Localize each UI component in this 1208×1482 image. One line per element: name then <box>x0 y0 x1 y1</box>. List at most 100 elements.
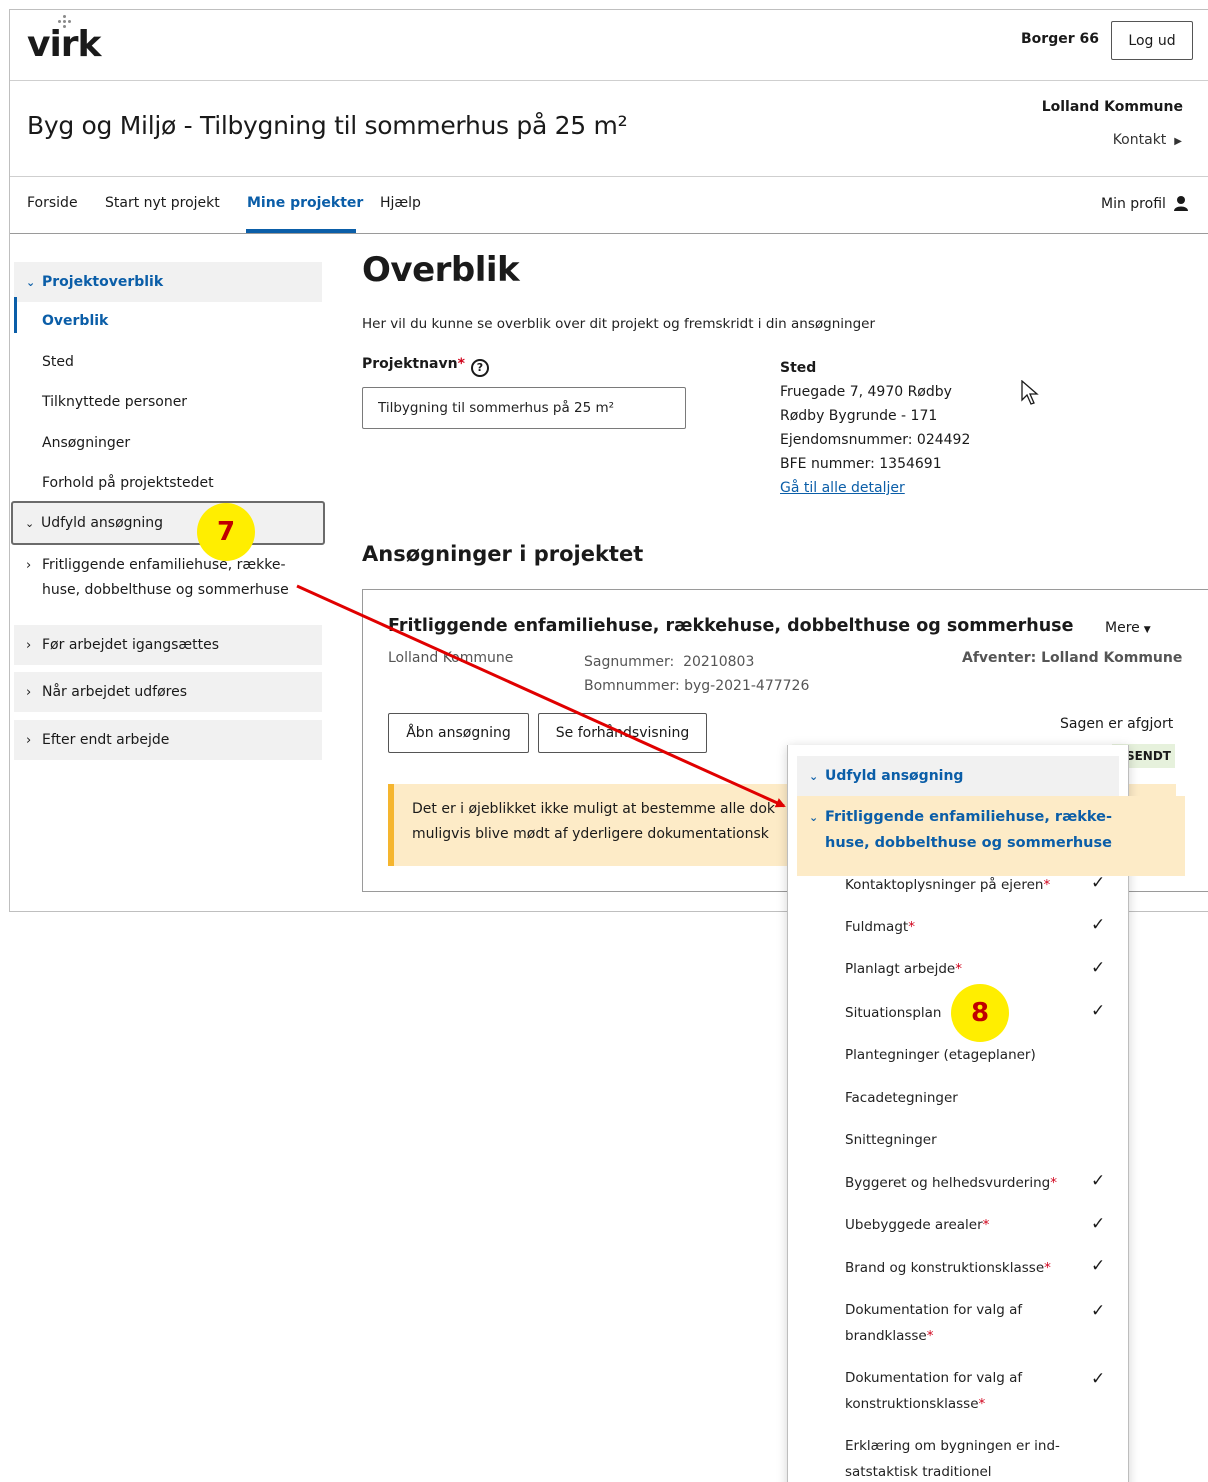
chevron-down-icon: ⌄ <box>809 770 819 783</box>
chevron-right-icon: › <box>26 558 32 573</box>
location-label: Sted <box>780 360 817 376</box>
dropdown-item[interactable]: Kontaktoplysninger på ejeren* <box>845 872 1050 898</box>
sidebar-group-label: Når arbejdet udføres <box>42 684 188 700</box>
application-nav-dropdown: ⌄ Udfyld ansøgning ⌄ Fritliggende enfamil… <box>787 745 1185 1482</box>
dropdown-item[interactable]: Fuldmagt* <box>845 914 915 940</box>
required-mark: * <box>1043 877 1051 893</box>
application-numbers: Sagnummer: 20210803 Bomnummer: byg-2021-… <box>584 650 809 698</box>
logout-button[interactable]: Log ud <box>1111 21 1193 60</box>
dropdown-sub-label-2: huse, dobbelthuse og sommerhuse <box>825 835 1112 851</box>
case-status: Sagen er afgjort <box>1060 716 1174 732</box>
project-name-label: Projektnavn*? <box>362 356 489 377</box>
required-mark: * <box>926 1328 934 1344</box>
open-application-button[interactable]: Åbn ansøgning <box>388 713 529 753</box>
location-block: Sted Fruegade 7, 4970 Rødby Rødby Bygrun… <box>780 356 970 500</box>
dropdown-item[interactable]: Planlagt arbejde* <box>845 956 962 982</box>
sidebar-active-indicator <box>14 297 17 333</box>
required-mark: * <box>908 919 915 935</box>
chevron-down-icon: ⌄ <box>25 517 35 530</box>
dropdown-item[interactable]: Dokumentation for valg af konstruktionsk… <box>845 1365 1022 1417</box>
dropdown-item[interactable]: Brand og konstruktionsklasse* <box>845 1255 1051 1281</box>
main-nav: Forside Start nyt projekt Mine projekter… <box>10 177 1208 234</box>
sidebar-sub-item-fritliggende[interactable]: › Fritliggende enfamiliehuse, række- huse… <box>26 553 289 602</box>
check-icon: ✓ <box>1091 1214 1106 1234</box>
dropdown-item-label: Plantegninger (etageplaner) <box>845 1047 1036 1063</box>
dropdown-item-label: konstruktionsklasse <box>845 1396 979 1412</box>
dropdown-item[interactable]: Dokumentation for valg af brandklasse* <box>845 1297 1022 1349</box>
annotation-badge-8: 8 <box>951 984 1009 1042</box>
top-bar: virk Borger 66 Log ud <box>10 10 1208 81</box>
chevron-down-icon: ⌄ <box>809 811 819 824</box>
dropdown-item[interactable]: Situationsplan <box>845 1000 941 1026</box>
dropdown-group-udfyld[interactable]: ⌄ Udfyld ansøgning <box>797 756 1119 796</box>
more-menu-button[interactable]: Mere ▼ <box>1105 620 1151 636</box>
location-property-number: Ejendomsnummer: 024492 <box>780 432 971 448</box>
dropdown-group-label: Udfyld ansøgning <box>825 768 964 784</box>
help-icon[interactable]: ? <box>470 359 489 377</box>
page-title: Byg og Miljø - Tilbygning til sommerhus … <box>27 111 628 140</box>
nav-start-nyt-projekt[interactable]: Start nyt projekt <box>105 195 220 211</box>
caret-down-icon: ▼ <box>1143 625 1151 635</box>
nav-active-indicator <box>246 229 356 233</box>
application-municipality: Lolland Kommune <box>388 650 514 666</box>
check-icon: ✓ <box>1091 1369 1106 1389</box>
dropdown-item-label: satstaktisk traditionel <box>845 1464 992 1480</box>
project-name-input[interactable] <box>362 387 686 429</box>
dropdown-sub-fritliggende[interactable]: ⌄ Fritliggende enfamiliehuse, række- hus… <box>797 796 1185 876</box>
nav-hjaelp[interactable]: Hjælp <box>380 195 421 211</box>
dropdown-item-label: Brand og konstruktionsklasse <box>845 1260 1045 1276</box>
sidebar-group-label: Udfyld ansøgning <box>41 515 164 531</box>
sidebar-group-projektoverblik[interactable]: ⌄ Projektoverblik <box>14 262 322 302</box>
check-icon: ✓ <box>1091 873 1106 893</box>
dropdown-item[interactable]: Plantegninger (etageplaner) <box>845 1042 1036 1068</box>
location-bfe-number: BFE nummer: 1354691 <box>780 456 942 472</box>
dropdown-item[interactable]: Erklæring om bygningen er ind- satstakti… <box>845 1433 1060 1482</box>
sidebar-group-udfyld-ansoegning[interactable]: ⌄ Udfyld ansøgning <box>11 501 325 545</box>
awaiting-status: Afventer: Lolland Kommune <box>962 650 1183 666</box>
preview-button[interactable]: Se forhåndsvisning <box>538 713 707 753</box>
application-title: Fritliggende enfamiliehuse, rækkehuse, d… <box>388 616 1074 636</box>
required-mark: * <box>955 961 962 977</box>
applications-heading: Ansøgninger i projektet <box>362 542 644 566</box>
dropdown-item-label: Ubebyggede arealer <box>845 1217 983 1233</box>
profile-link[interactable]: Min profil <box>1101 195 1189 212</box>
user-name: Borger 66 <box>1021 31 1099 47</box>
sidebar-item-forhold[interactable]: Forhold på projektstedet <box>42 475 214 491</box>
sidebar-group-label: Efter endt arbejde <box>42 732 170 748</box>
dropdown-item[interactable]: Ubebyggede arealer* <box>845 1212 989 1238</box>
dropdown-item[interactable]: Byggeret og helhedsvurdering* <box>845 1170 1057 1196</box>
check-icon: ✓ <box>1091 958 1106 978</box>
dropdown-item-label: Dokumentation for valg af <box>845 1302 1023 1318</box>
sidebar-group-naar-arbejdet[interactable]: › Når arbejdet udføres <box>14 672 322 712</box>
location-details-link[interactable]: Gå til alle detaljer <box>780 480 905 496</box>
dropdown-item-label: Kontaktoplysninger på ejeren <box>845 877 1044 893</box>
sidebar-item-sted[interactable]: Sted <box>42 354 74 370</box>
dropdown-sub-label-1: Fritliggende enfamiliehuse, række- <box>825 809 1113 825</box>
virk-logo[interactable]: virk <box>27 24 102 65</box>
dropdown-item-label: Byggeret og helhedsvurdering <box>845 1175 1051 1191</box>
overview-heading: Overblik <box>362 250 520 290</box>
location-plot: Rødby Bygrunde - 171 <box>780 408 938 424</box>
sidebar-sub-label-2: huse, dobbelthuse og sommerhuse <box>42 582 289 598</box>
sidebar-item-ansoegninger[interactable]: Ansøgninger <box>42 435 130 451</box>
profile-label: Min profil <box>1101 196 1166 212</box>
chevron-right-icon: › <box>26 638 32 653</box>
dropdown-item-label: Planlagt arbejde <box>845 961 956 977</box>
required-mark: * <box>982 1217 990 1233</box>
mouse-cursor-icon <box>1021 380 1039 405</box>
nav-forside[interactable]: Forside <box>27 195 78 211</box>
dropdown-item-label: Facadetegninger <box>845 1090 958 1106</box>
dropdown-item-label: Snittegninger <box>845 1132 937 1148</box>
dropdown-item[interactable]: Snittegninger <box>845 1127 937 1153</box>
sidebar-item-tilknyttede-personer[interactable]: Tilknyttede personer <box>42 394 187 410</box>
annotation-badge-7: 7 <box>197 503 255 561</box>
sidebar-item-overblik[interactable]: Overblik <box>42 313 108 329</box>
project-name-label-text: Projektnavn <box>362 356 458 372</box>
more-label: Mere <box>1105 620 1140 636</box>
sidebar-group-label: Projektoverblik <box>42 274 164 290</box>
nav-mine-projekter[interactable]: Mine projekter <box>247 195 363 211</box>
dropdown-item[interactable]: Facadetegninger <box>845 1085 958 1111</box>
sidebar-group-efter-endt[interactable]: › Efter endt arbejde <box>14 720 322 760</box>
sidebar-group-foer-arbejdet[interactable]: › Før arbejdet igangsættes <box>14 625 322 665</box>
contact-link[interactable]: Kontakt ▶ <box>1113 132 1182 148</box>
